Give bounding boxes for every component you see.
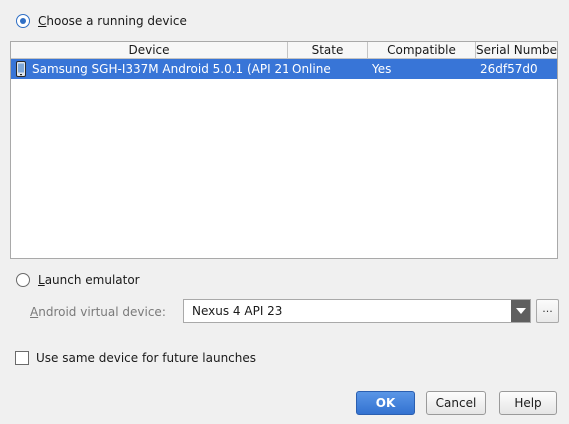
column-header-state[interactable]: State <box>288 42 368 58</box>
table-header: Device State Compatible Serial Number <box>11 42 557 59</box>
table-row[interactable]: Samsung SGH-I337M Android 5.0.1 (API 21)… <box>11 59 557 79</box>
cell-serial-number: 26df57d0 <box>480 62 538 76</box>
chevron-down-icon[interactable] <box>511 300 530 322</box>
cancel-button[interactable]: Cancel <box>426 391 486 415</box>
column-header-compatible[interactable]: Compatible <box>368 42 476 58</box>
launch-emulator-radio[interactable] <box>16 273 30 287</box>
launch-emulator-label[interactable]: Launch emulator <box>38 273 140 287</box>
virtual-device-select[interactable]: Nexus 4 API 23 <box>183 299 531 323</box>
ok-button[interactable]: OK <box>356 391 415 415</box>
use-same-device-label[interactable]: Use same device for future launches <box>36 351 256 365</box>
choose-running-device-label[interactable]: Choose a running device <box>38 14 187 28</box>
column-header-serial-number[interactable]: Serial Number <box>476 42 557 58</box>
choose-running-device-radio[interactable] <box>16 14 30 28</box>
help-button[interactable]: Help <box>499 391 557 415</box>
cell-compatible: Yes <box>372 62 392 76</box>
column-header-device[interactable]: Device <box>11 42 288 58</box>
cell-state: Online <box>292 62 331 76</box>
device-table: Device State Compatible Serial Number Sa… <box>10 41 558 259</box>
browse-virtual-device-button[interactable]: ... <box>536 299 559 323</box>
phone-icon <box>16 61 26 77</box>
virtual-device-value: Nexus 4 API 23 <box>192 304 283 318</box>
android-virtual-device-label: Android virtual device: <box>30 305 166 319</box>
use-same-device-checkbox[interactable] <box>15 351 29 365</box>
cell-device: Samsung SGH-I337M Android 5.0.1 (API 21) <box>32 62 288 76</box>
